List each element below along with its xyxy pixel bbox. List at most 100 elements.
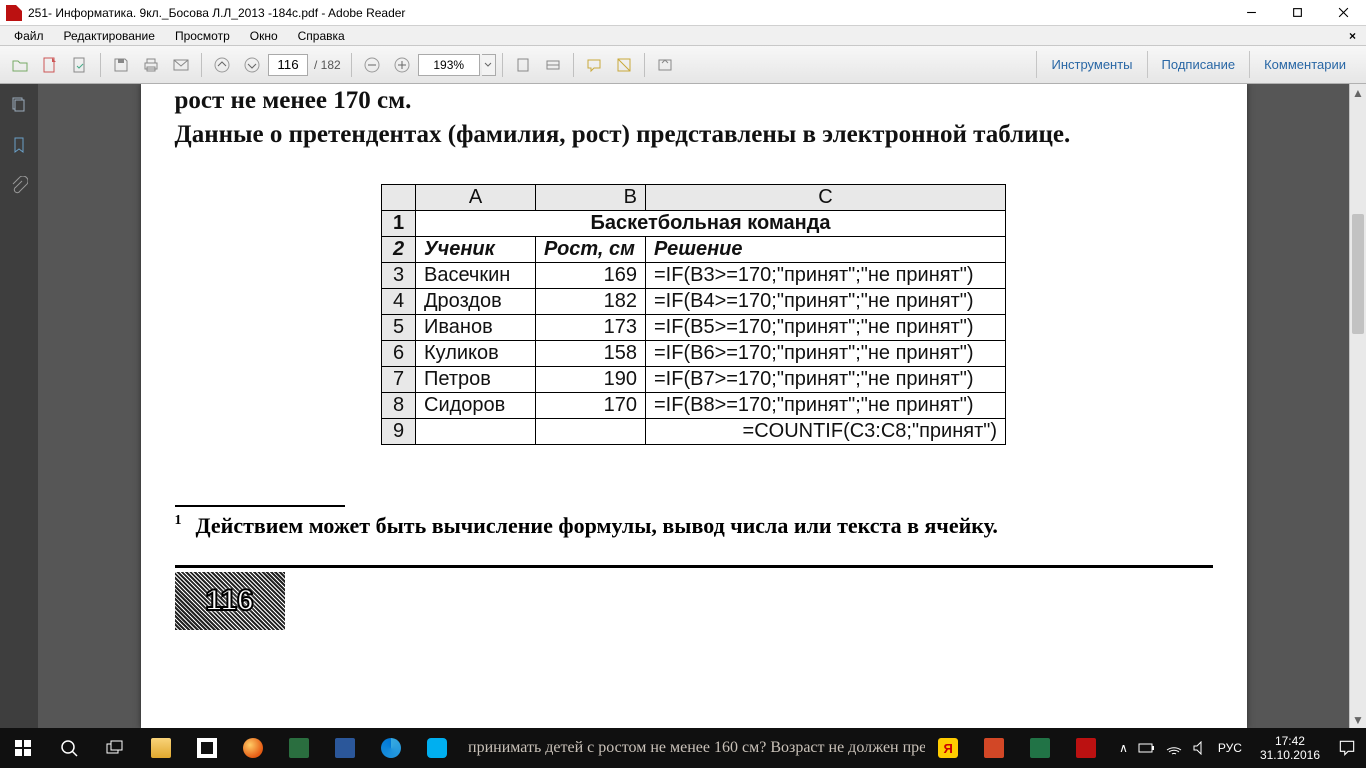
table-row: 4Дроздов182=IF(B4>=170;"принят";"не прин…	[382, 288, 1006, 314]
scroll-thumb[interactable]	[1352, 214, 1364, 334]
window-maximize-button[interactable]	[1274, 0, 1320, 26]
start-button[interactable]	[0, 728, 46, 768]
create-pdf-button[interactable]	[36, 51, 64, 79]
system-tray: ∧ РУС	[1109, 741, 1252, 755]
page-number-input[interactable]	[268, 54, 308, 76]
row-num: 2	[382, 236, 416, 262]
email-button[interactable]	[167, 51, 195, 79]
footnote: 1 Действием может быть вычисление формулы…	[175, 513, 1213, 539]
edge-icon[interactable]	[368, 728, 414, 768]
skype-icon[interactable]	[414, 728, 460, 768]
action-center-button[interactable]	[1328, 728, 1366, 768]
menu-view[interactable]: Просмотр	[165, 27, 240, 45]
tray-network-icon[interactable]	[1166, 741, 1182, 755]
footnote-text: Действием может быть вычисление формулы,…	[196, 513, 998, 538]
body-text-line1: рост не менее 170 см.	[175, 84, 1213, 118]
header-uchenik: Ученик	[416, 236, 536, 262]
fit-page-button[interactable]	[509, 51, 537, 79]
save-copy-button[interactable]	[66, 51, 94, 79]
page-up-button[interactable]	[208, 51, 236, 79]
menu-file[interactable]: Файл	[4, 27, 54, 45]
toolbar-separator	[644, 53, 645, 77]
search-button[interactable]	[46, 728, 92, 768]
scroll-down-button[interactable]: ▼	[1350, 711, 1366, 728]
page-number-badge: 116	[175, 572, 285, 630]
sign-panel-link[interactable]: Подписание	[1147, 51, 1250, 78]
pdf-icon	[6, 5, 22, 21]
body-text-line2: Данные о претендентах (фамилия, рост) пр…	[175, 118, 1213, 152]
comment-button[interactable]	[580, 51, 608, 79]
zoom-dropdown-button[interactable]	[482, 54, 496, 76]
clock-date: 31.10.2016	[1260, 748, 1320, 762]
page-total-label: / 182	[314, 58, 341, 72]
col-header-a: A	[416, 184, 536, 210]
tray-chevron-icon[interactable]: ∧	[1119, 741, 1128, 755]
footnote-mark: 1	[175, 513, 182, 528]
powerpoint-icon[interactable]	[971, 728, 1017, 768]
menu-edit[interactable]: Редактирование	[54, 27, 165, 45]
scroll-up-button[interactable]: ▲	[1350, 84, 1366, 101]
read-mode-button[interactable]	[651, 51, 679, 79]
taskview-button[interactable]	[92, 728, 138, 768]
clock-time: 17:42	[1260, 734, 1320, 748]
tray-volume-icon[interactable]	[1192, 741, 1208, 755]
page-viewport[interactable]: рост не менее 170 см. Данные о претенден…	[38, 84, 1349, 728]
print-button[interactable]	[137, 51, 165, 79]
toolbar-separator	[201, 53, 202, 77]
windows-taskbar: принимать детей с ростом не менее 160 см…	[0, 728, 1366, 768]
menu-close-doc-button[interactable]: ×	[1343, 29, 1362, 43]
taskbar-peek-text: принимать детей с ростом не менее 160 см…	[460, 739, 925, 757]
row-num: 1	[382, 210, 416, 236]
toolbar: / 182 193% Инструменты Подписание Коммен…	[0, 46, 1366, 84]
table-row-last: 9=COUNTIF(C3:C8;"принят")	[382, 418, 1006, 444]
menu-window[interactable]: Окно	[240, 27, 288, 45]
attachments-tab[interactable]	[8, 174, 30, 196]
comments-panel-link[interactable]: Комментарии	[1249, 51, 1360, 78]
header-rost: Рост, см	[536, 236, 646, 262]
toolbar-right-links: Инструменты Подписание Комментарии	[1036, 51, 1360, 78]
window-close-button[interactable]	[1320, 0, 1366, 26]
table-row: 8Сидоров170=IF(B8>=170;"принят";"не прин…	[382, 392, 1006, 418]
header-reshenie: Решение	[646, 236, 1006, 262]
highlight-button[interactable]	[610, 51, 638, 79]
table-row: 7Петров190=IF(B7>=170;"принят";"не приня…	[382, 366, 1006, 392]
table-row: 5Иванов173=IF(B5>=170;"принят";"не приня…	[382, 314, 1006, 340]
menu-help[interactable]: Справка	[288, 27, 355, 45]
side-nav	[0, 84, 38, 728]
save-button[interactable]	[107, 51, 135, 79]
pdf-page: рост не менее 170 см. Данные о претенден…	[141, 84, 1247, 728]
spreadsheet-table: A B C 1 Баскетбольная команда 2 Ученик Р…	[381, 184, 1006, 445]
zoom-out-button[interactable]	[358, 51, 386, 79]
tray-language[interactable]: РУС	[1218, 741, 1242, 755]
corner-cell	[382, 184, 416, 210]
page-footer-rule	[175, 565, 1213, 568]
workspace: рост не менее 170 см. Данные о претенден…	[0, 84, 1366, 728]
adobe-reader-icon[interactable]	[1063, 728, 1109, 768]
firefox-icon[interactable]	[230, 728, 276, 768]
bookmarks-tab[interactable]	[8, 134, 30, 156]
excel-icon[interactable]	[1017, 728, 1063, 768]
page-footer: 116	[175, 572, 1213, 630]
window-title: 251- Информатика. 9кл._Босова Л.Л_2013 -…	[28, 6, 1228, 20]
tray-clock[interactable]: 17:42 31.10.2016	[1252, 734, 1328, 763]
window-titlebar: 251- Информатика. 9кл._Босова Л.Л_2013 -…	[0, 0, 1366, 26]
page-down-button[interactable]	[238, 51, 266, 79]
fit-width-button[interactable]	[539, 51, 567, 79]
thumbnails-tab[interactable]	[8, 94, 30, 116]
tray-battery-icon[interactable]	[1138, 742, 1156, 754]
zoom-display[interactable]: 193%	[418, 54, 480, 76]
file-explorer-icon[interactable]	[138, 728, 184, 768]
col-header-c: C	[646, 184, 1006, 210]
vertical-scrollbar[interactable]: ▲ ▼	[1349, 84, 1366, 728]
libreoffice-icon[interactable]	[276, 728, 322, 768]
footnote-rule	[175, 505, 345, 507]
open-button[interactable]	[6, 51, 34, 79]
tools-panel-link[interactable]: Инструменты	[1036, 51, 1146, 78]
toolbar-separator	[100, 53, 101, 77]
zoom-in-button[interactable]	[388, 51, 416, 79]
word-icon[interactable]	[322, 728, 368, 768]
yandex-icon[interactable]: Я	[925, 728, 971, 768]
window-minimize-button[interactable]	[1228, 0, 1274, 26]
store-icon[interactable]	[184, 728, 230, 768]
col-header-b: B	[536, 184, 646, 210]
